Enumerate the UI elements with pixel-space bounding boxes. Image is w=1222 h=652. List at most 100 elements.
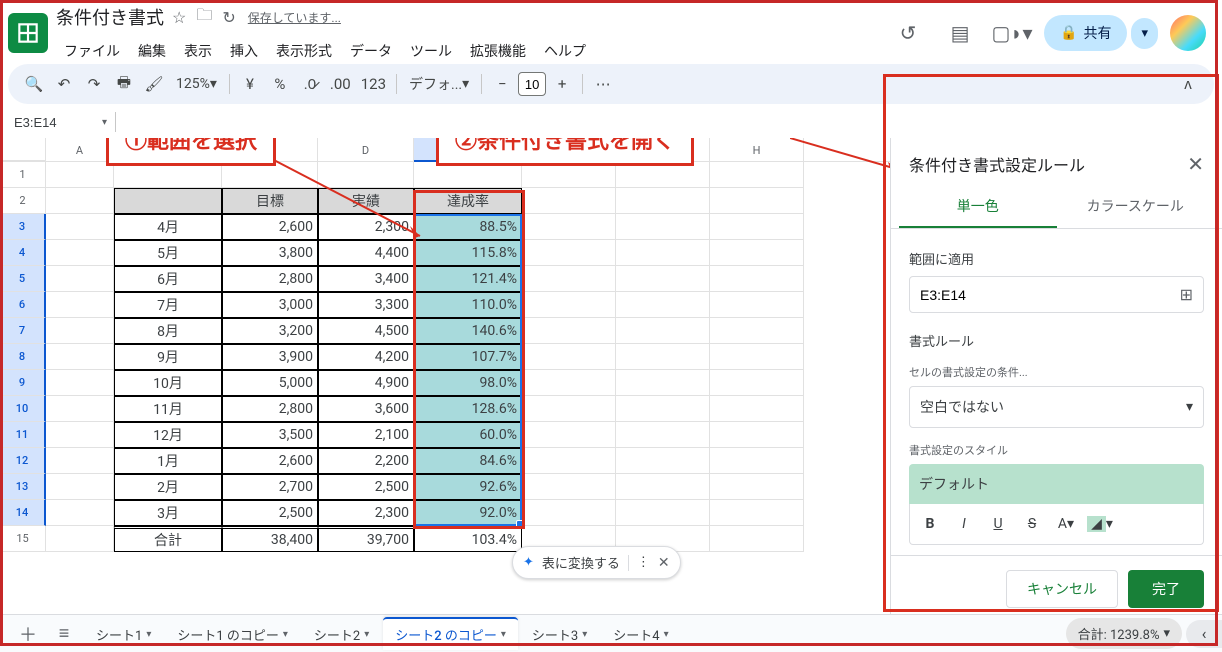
cell-F3[interactable]	[522, 214, 616, 240]
cell-E9[interactable]: 98.0%	[414, 370, 522, 396]
cell-E11[interactable]: 60.0%	[414, 422, 522, 448]
cell-H2[interactable]	[710, 188, 804, 214]
cell-A4[interactable]	[46, 240, 114, 266]
cell-A13[interactable]	[46, 474, 114, 500]
cell-C6[interactable]: 3,000	[222, 292, 318, 318]
cell-G13[interactable]	[616, 474, 710, 500]
cell-C1[interactable]	[222, 162, 318, 188]
redo-icon[interactable]: ↷	[80, 70, 108, 98]
share-dropdown[interactable]: ▾	[1131, 18, 1158, 49]
search-icon[interactable]: 🔍	[20, 70, 48, 98]
cell-F8[interactable]	[522, 344, 616, 370]
cell-A12[interactable]	[46, 448, 114, 474]
cell-F6[interactable]	[522, 292, 616, 318]
cell-A9[interactable]	[46, 370, 114, 396]
row-header-2[interactable]: 2	[0, 188, 46, 214]
chevron-down-icon[interactable]: ▾	[283, 629, 288, 640]
menu-ヘルプ[interactable]: ヘルプ	[536, 37, 594, 65]
cell-D6[interactable]: 3,300	[318, 292, 414, 318]
menu-挿入[interactable]: 挿入	[222, 37, 266, 65]
row-header-8[interactable]: 8	[0, 344, 46, 370]
cell-A15[interactable]	[46, 526, 114, 552]
row-header-13[interactable]: 13	[0, 474, 46, 500]
cell-G8[interactable]	[616, 344, 710, 370]
cell-C9[interactable]: 5,000	[222, 370, 318, 396]
decrease-decimal-icon[interactable]: .0̷	[296, 70, 324, 98]
cell-A8[interactable]	[46, 344, 114, 370]
row-header-12[interactable]: 12	[0, 448, 46, 474]
cell-F12[interactable]	[522, 448, 616, 474]
cell-E13[interactable]: 92.6%	[414, 474, 522, 500]
cell-C12[interactable]: 2,600	[222, 448, 318, 474]
condition-dropdown[interactable]: 空白ではない ▾	[909, 386, 1204, 428]
menu-拡張機能[interactable]: 拡張機能	[462, 37, 534, 65]
cell-H8[interactable]	[710, 344, 804, 370]
explore-icon[interactable]: ‹	[1186, 620, 1222, 648]
fill-color-icon[interactable]: ◢▾	[1084, 508, 1116, 540]
history-icon[interactable]: ↺	[888, 13, 928, 53]
cell-H7[interactable]	[710, 318, 804, 344]
cell-D8[interactable]: 4,200	[318, 344, 414, 370]
strikethrough-icon[interactable]: S	[1016, 508, 1048, 540]
cell-D9[interactable]: 4,900	[318, 370, 414, 396]
cell-C7[interactable]: 3,200	[222, 318, 318, 344]
row-header-9[interactable]: 9	[0, 370, 46, 396]
cell-D12[interactable]: 2,200	[318, 448, 414, 474]
popup-close-icon[interactable]: ✕	[658, 555, 670, 571]
sheet-tab-シート1 のコピー[interactable]: シート1 のコピー▾	[165, 617, 300, 650]
cell-F5[interactable]	[522, 266, 616, 292]
name-box[interactable]	[8, 110, 94, 134]
spreadsheet-grid[interactable]: ABCDEFGH12目標実績達成率34月2,6002,30088.5%45月3,…	[0, 138, 890, 552]
convert-table-label[interactable]: 表に変換する	[542, 553, 620, 572]
cell-E2[interactable]: 達成率	[414, 188, 522, 214]
percent-icon[interactable]: %	[266, 70, 294, 98]
cell-B9[interactable]: 10月	[114, 370, 222, 396]
cell-B3[interactable]: 4月	[114, 214, 222, 240]
cell-D7[interactable]: 4,500	[318, 318, 414, 344]
row-header-11[interactable]: 11	[0, 422, 46, 448]
cell-C13[interactable]: 2,700	[222, 474, 318, 500]
cell-H12[interactable]	[710, 448, 804, 474]
cell-G12[interactable]	[616, 448, 710, 474]
cell-H4[interactable]	[710, 240, 804, 266]
cell-D4[interactable]: 4,400	[318, 240, 414, 266]
cell-E8[interactable]: 107.7%	[414, 344, 522, 370]
cancel-button[interactable]: キャンセル	[1006, 570, 1118, 608]
cell-E15[interactable]: 103.4%	[414, 526, 522, 552]
cell-G7[interactable]	[616, 318, 710, 344]
cell-B12[interactable]: 1月	[114, 448, 222, 474]
cell-H5[interactable]	[710, 266, 804, 292]
share-button[interactable]: 🔒 共有	[1044, 15, 1127, 51]
undo-icon[interactable]: ↶	[50, 70, 78, 98]
cell-F4[interactable]	[522, 240, 616, 266]
row-header-7[interactable]: 7	[0, 318, 46, 344]
sheets-logo[interactable]	[8, 13, 48, 53]
cell-F11[interactable]	[522, 422, 616, 448]
range-input[interactable]	[920, 287, 1180, 303]
cell-C14[interactable]: 2,500	[222, 500, 318, 526]
menu-編集[interactable]: 編集	[130, 37, 174, 65]
print-icon[interactable]: 🖶	[110, 70, 138, 98]
col-header-H[interactable]: H	[710, 138, 804, 162]
cell-G6[interactable]	[616, 292, 710, 318]
cell-C3[interactable]: 2,600	[222, 214, 318, 240]
col-header-G[interactable]: G	[616, 138, 710, 162]
cell-H1[interactable]	[710, 162, 804, 188]
cell-B5[interactable]: 6月	[114, 266, 222, 292]
cell-D3[interactable]: 2,300	[318, 214, 414, 240]
cell-G5[interactable]	[616, 266, 710, 292]
cell-G4[interactable]	[616, 240, 710, 266]
paint-format-icon[interactable]: 🖌	[140, 70, 168, 98]
cell-H6[interactable]	[710, 292, 804, 318]
sheet-tab-シート1[interactable]: シート1▾	[84, 617, 163, 650]
cell-E14[interactable]: 92.0%	[414, 500, 522, 526]
cell-G1[interactable]	[616, 162, 710, 188]
cell-A6[interactable]	[46, 292, 114, 318]
cell-A10[interactable]	[46, 396, 114, 422]
cell-G14[interactable]	[616, 500, 710, 526]
row-header-6[interactable]: 6	[0, 292, 46, 318]
sheet-tab-シート2 のコピー[interactable]: シート2 のコピー▾	[383, 617, 518, 650]
cell-E7[interactable]: 140.6%	[414, 318, 522, 344]
cell-E3[interactable]: 88.5%	[414, 214, 522, 240]
font-size-increase[interactable]: +	[548, 70, 576, 98]
